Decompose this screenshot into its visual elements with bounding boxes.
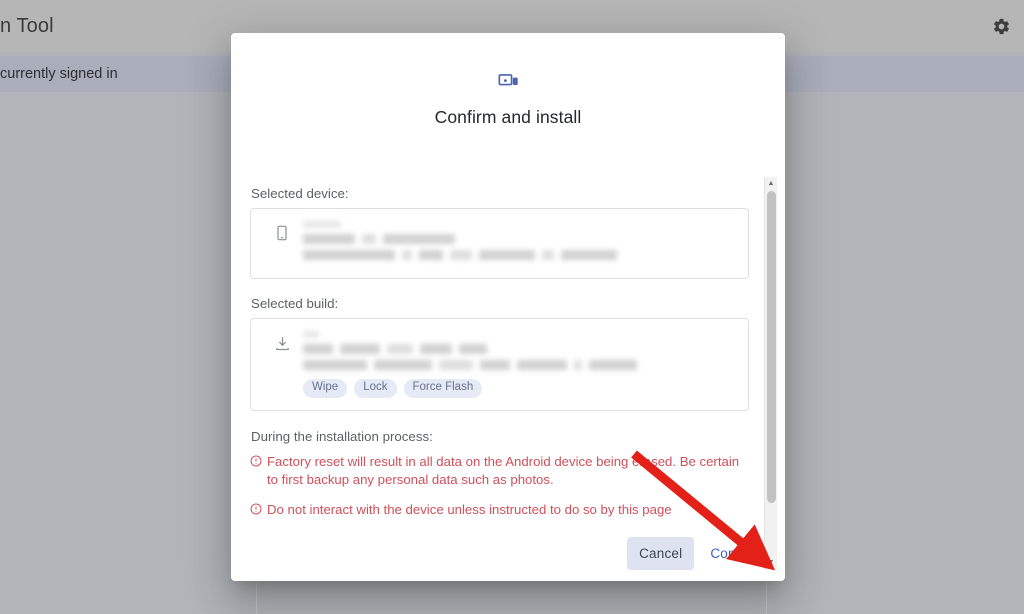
download-icon [265,331,299,352]
alert-circle-icon [250,454,267,473]
scroll-up-arrow[interactable]: ▲ [765,177,777,190]
chip-wipe[interactable]: Wipe [303,379,348,398]
selected-device-card[interactable] [250,208,749,279]
installation-process-label: During the installation process: [251,428,433,444]
smartphone-icon [265,221,299,241]
chip-force-flash[interactable]: Force Flash [403,379,483,398]
background-signin-text: currently signed in [0,66,118,82]
dialog-header: Confirm and install [231,33,785,128]
dialog-scroll-body[interactable]: Selected device: Selected build: Wipe Lo… [231,173,785,525]
selected-build-value: Wipe Lock Force Flash [299,331,734,398]
chip-lock[interactable]: Lock [354,379,397,398]
dialog-scrollbar[interactable]: ▲ ▼ [764,177,777,569]
redacted-line [303,331,734,338]
warning-text: Factory reset will result in all data on… [267,453,740,488]
selected-device-label: Selected device: [251,186,349,201]
confirm-button[interactable]: Confirm [698,537,771,570]
scrollbar-thumb[interactable] [767,191,776,503]
dialog-action-row: Cancel Confirm [231,525,785,581]
alert-circle-icon [250,502,267,521]
background-app-title: n Tool [0,14,54,37]
warning-text: Do not interact with the device unless i… [267,501,672,517]
redacted-line [303,250,734,260]
warning-item: Factory reset will result in all data on… [250,453,749,490]
redacted-line [303,360,734,370]
devices-icon [497,71,519,97]
selected-build-card[interactable]: Wipe Lock Force Flash [250,318,749,411]
warning-item: Do not interact with the device unless i… [250,501,749,521]
build-option-chips: Wipe Lock Force Flash [303,379,734,398]
redacted-line [303,221,734,228]
cancel-button[interactable]: Cancel [627,536,695,570]
confirm-install-dialog: Confirm and install Selected device: Sel… [231,33,785,581]
dialog-title: Confirm and install [434,107,582,127]
selected-device-value [299,221,734,266]
selected-build-label: Selected build: [251,296,339,311]
redacted-line [303,234,734,244]
redacted-line [303,344,734,354]
gear-icon[interactable] [988,13,1014,39]
